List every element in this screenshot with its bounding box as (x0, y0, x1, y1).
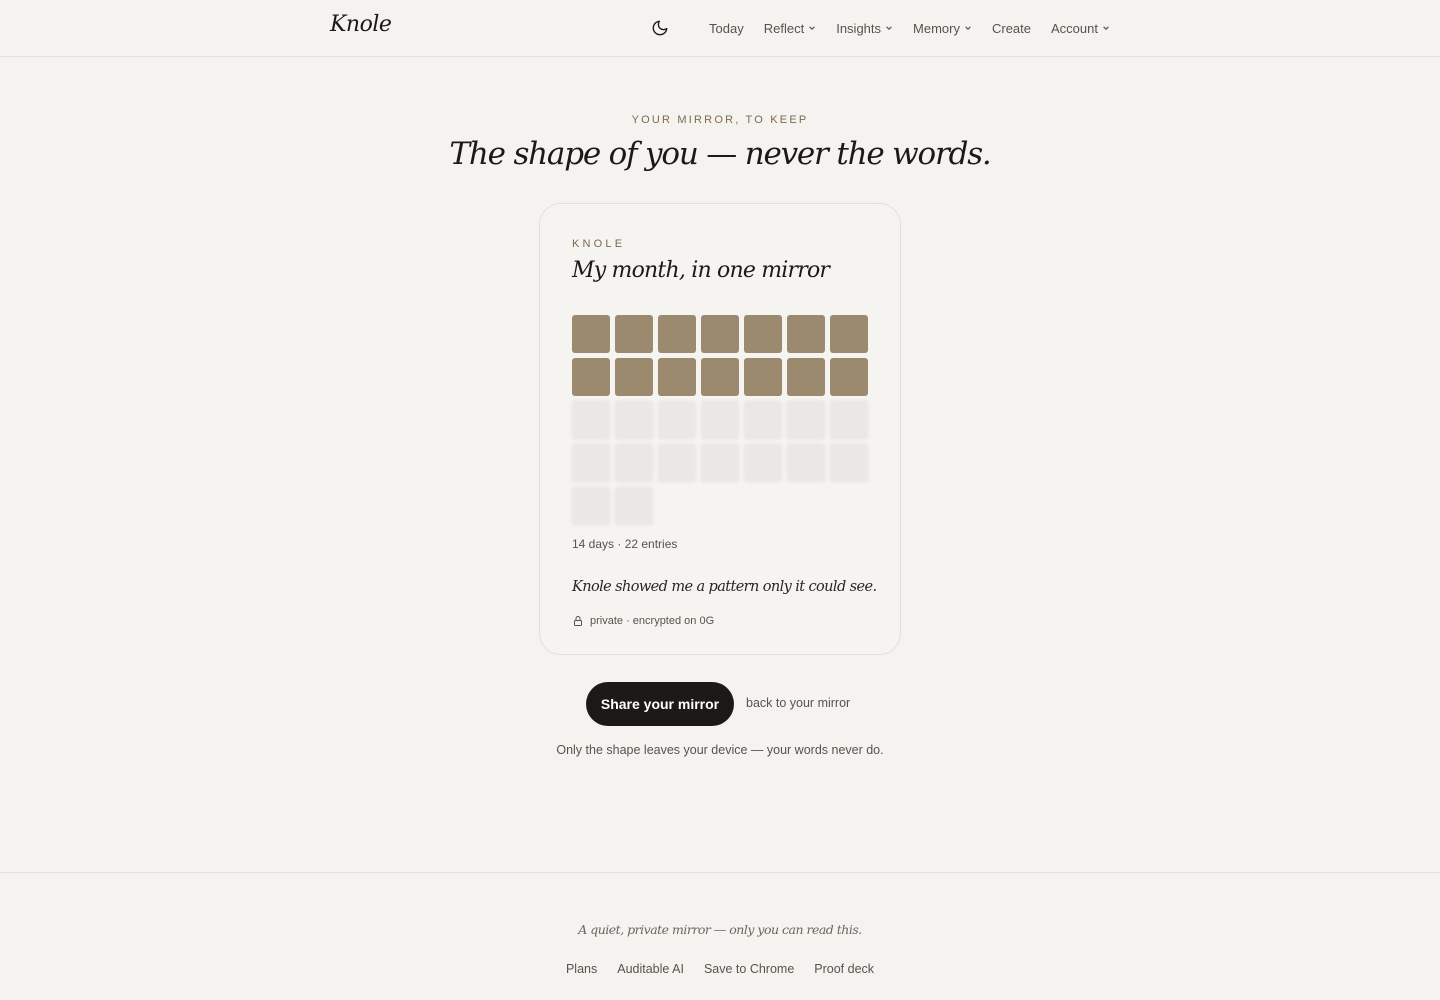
day-cell-filled (615, 358, 653, 396)
day-cell-filled (787, 315, 825, 353)
privacy-note: private · encrypted on 0G (572, 615, 714, 627)
logo[interactable]: Knole (330, 12, 392, 37)
nav-label: Create (991, 20, 1032, 36)
footer-tagline: A quiet, private mirror — only you can r… (578, 922, 862, 937)
footer-divider (0, 872, 1440, 873)
day-cell-empty (830, 444, 868, 482)
day-cell-empty (701, 444, 739, 482)
mirror-card: KNOLE My month, in one mirror 14 days · … (539, 203, 901, 655)
main-nav: Today Reflect Insights Memory Create Acc… (651, 0, 1110, 56)
day-cell-filled (658, 315, 696, 353)
nav-insights[interactable]: Insights (836, 21, 893, 36)
nav-reflect[interactable]: Reflect (764, 21, 816, 36)
chevron-down-icon (1103, 26, 1109, 30)
day-cell-empty (572, 401, 610, 439)
footer-link-proof-deck[interactable]: Proof deck (814, 962, 874, 976)
page-title: The shape of you — never the words. (449, 136, 991, 172)
footer-links: Plans Auditable AI Save to Chrome Proof … (0, 962, 1440, 976)
share-mirror-button[interactable]: Share your mirror (586, 682, 734, 726)
day-cell-filled (830, 315, 868, 353)
day-cell-filled (701, 358, 739, 396)
chevron-down-icon (965, 26, 971, 30)
nav-account[interactable]: Account (1051, 21, 1110, 36)
nav-label: Account (1051, 20, 1098, 36)
day-cell-filled (787, 358, 825, 396)
day-cell-empty (744, 401, 782, 439)
footer-link-plans[interactable]: Plans (566, 962, 597, 976)
day-cell-empty (572, 444, 610, 482)
nav-label: Reflect (763, 20, 805, 36)
day-cell-empty (615, 444, 653, 482)
nav-today[interactable]: Today (709, 21, 744, 36)
nav-label: Today (709, 20, 744, 36)
nav-label: Memory (913, 20, 960, 36)
day-cell-empty (787, 401, 825, 439)
day-cell-filled (615, 315, 653, 353)
footer-link-auditable-ai[interactable]: Auditable AI (617, 962, 684, 976)
day-cell-empty (615, 487, 653, 525)
day-cell-filled (744, 358, 782, 396)
nav-memory[interactable]: Memory (913, 21, 972, 36)
card-title: My month, in one mirror (572, 258, 830, 283)
day-cell-empty (658, 444, 696, 482)
day-cell-empty (615, 401, 653, 439)
day-cell-empty (701, 401, 739, 439)
footer-link-save-to-chrome[interactable]: Save to Chrome (704, 962, 794, 976)
day-cell-filled (658, 358, 696, 396)
day-cell-empty (787, 444, 825, 482)
chevron-down-icon (886, 26, 892, 30)
day-cell-empty (658, 401, 696, 439)
day-cell-empty (572, 487, 610, 525)
card-stats: 14 days · 22 entries (572, 537, 678, 551)
day-cell-empty (744, 444, 782, 482)
card-brand: KNOLE (572, 238, 626, 250)
chevron-down-icon (809, 26, 816, 30)
back-to-mirror-link[interactable]: back to your mirror (746, 696, 850, 710)
day-cell-filled (572, 358, 610, 396)
nav-create[interactable]: Create (992, 21, 1031, 36)
day-cell-filled (830, 358, 868, 396)
day-cell-filled (744, 315, 782, 353)
nav-label: Insights (836, 20, 882, 36)
day-cell-filled (572, 315, 610, 353)
moon-icon[interactable] (651, 19, 669, 37)
privacy-text: private · encrypted on 0G (590, 615, 715, 627)
lock-icon (572, 615, 584, 627)
page-eyebrow: YOUR MIRROR, TO KEEP (631, 114, 809, 126)
day-cell-empty (830, 401, 868, 439)
day-cell-filled (701, 315, 739, 353)
top-nav-bar: Knole Today Reflect Insights Memory Crea… (0, 0, 1440, 57)
privacy-footnote: Only the shape leaves your device — your… (556, 743, 884, 757)
card-quote: Knole showed me a pattern only it could … (572, 579, 877, 595)
